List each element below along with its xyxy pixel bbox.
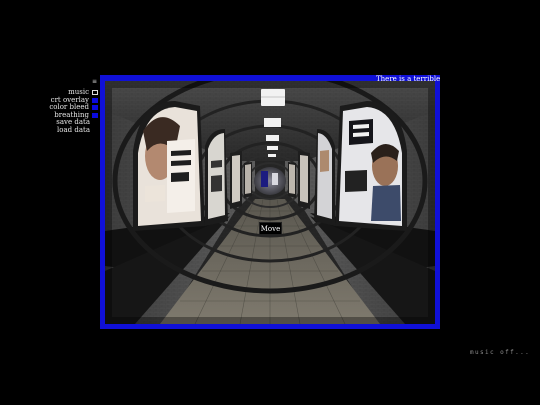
crt-overlay-toggle[interactable]: [92, 97, 98, 103]
tunnel-scene-image: [105, 81, 435, 324]
move-button[interactable]: Move: [259, 222, 282, 235]
music-toggle[interactable]: [92, 90, 98, 95]
menu-toggle-icon[interactable]: ≡: [92, 79, 97, 85]
music-status-text: music off...: [470, 349, 531, 356]
color-bleed-toggle[interactable]: [92, 105, 98, 110]
game-page: ≡ music crt overlay color bleed breathin…: [0, 0, 540, 405]
menu-item-label: load data: [57, 125, 90, 134]
settings-menu: music crt overlay color bleed breathing …: [40, 88, 99, 135]
narration-text: There is a terrible thing: [376, 75, 440, 83]
breathing-toggle[interactable]: [92, 112, 98, 118]
load-data-button[interactable]: load data: [40, 125, 99, 135]
game-viewport-frame: [100, 75, 440, 329]
